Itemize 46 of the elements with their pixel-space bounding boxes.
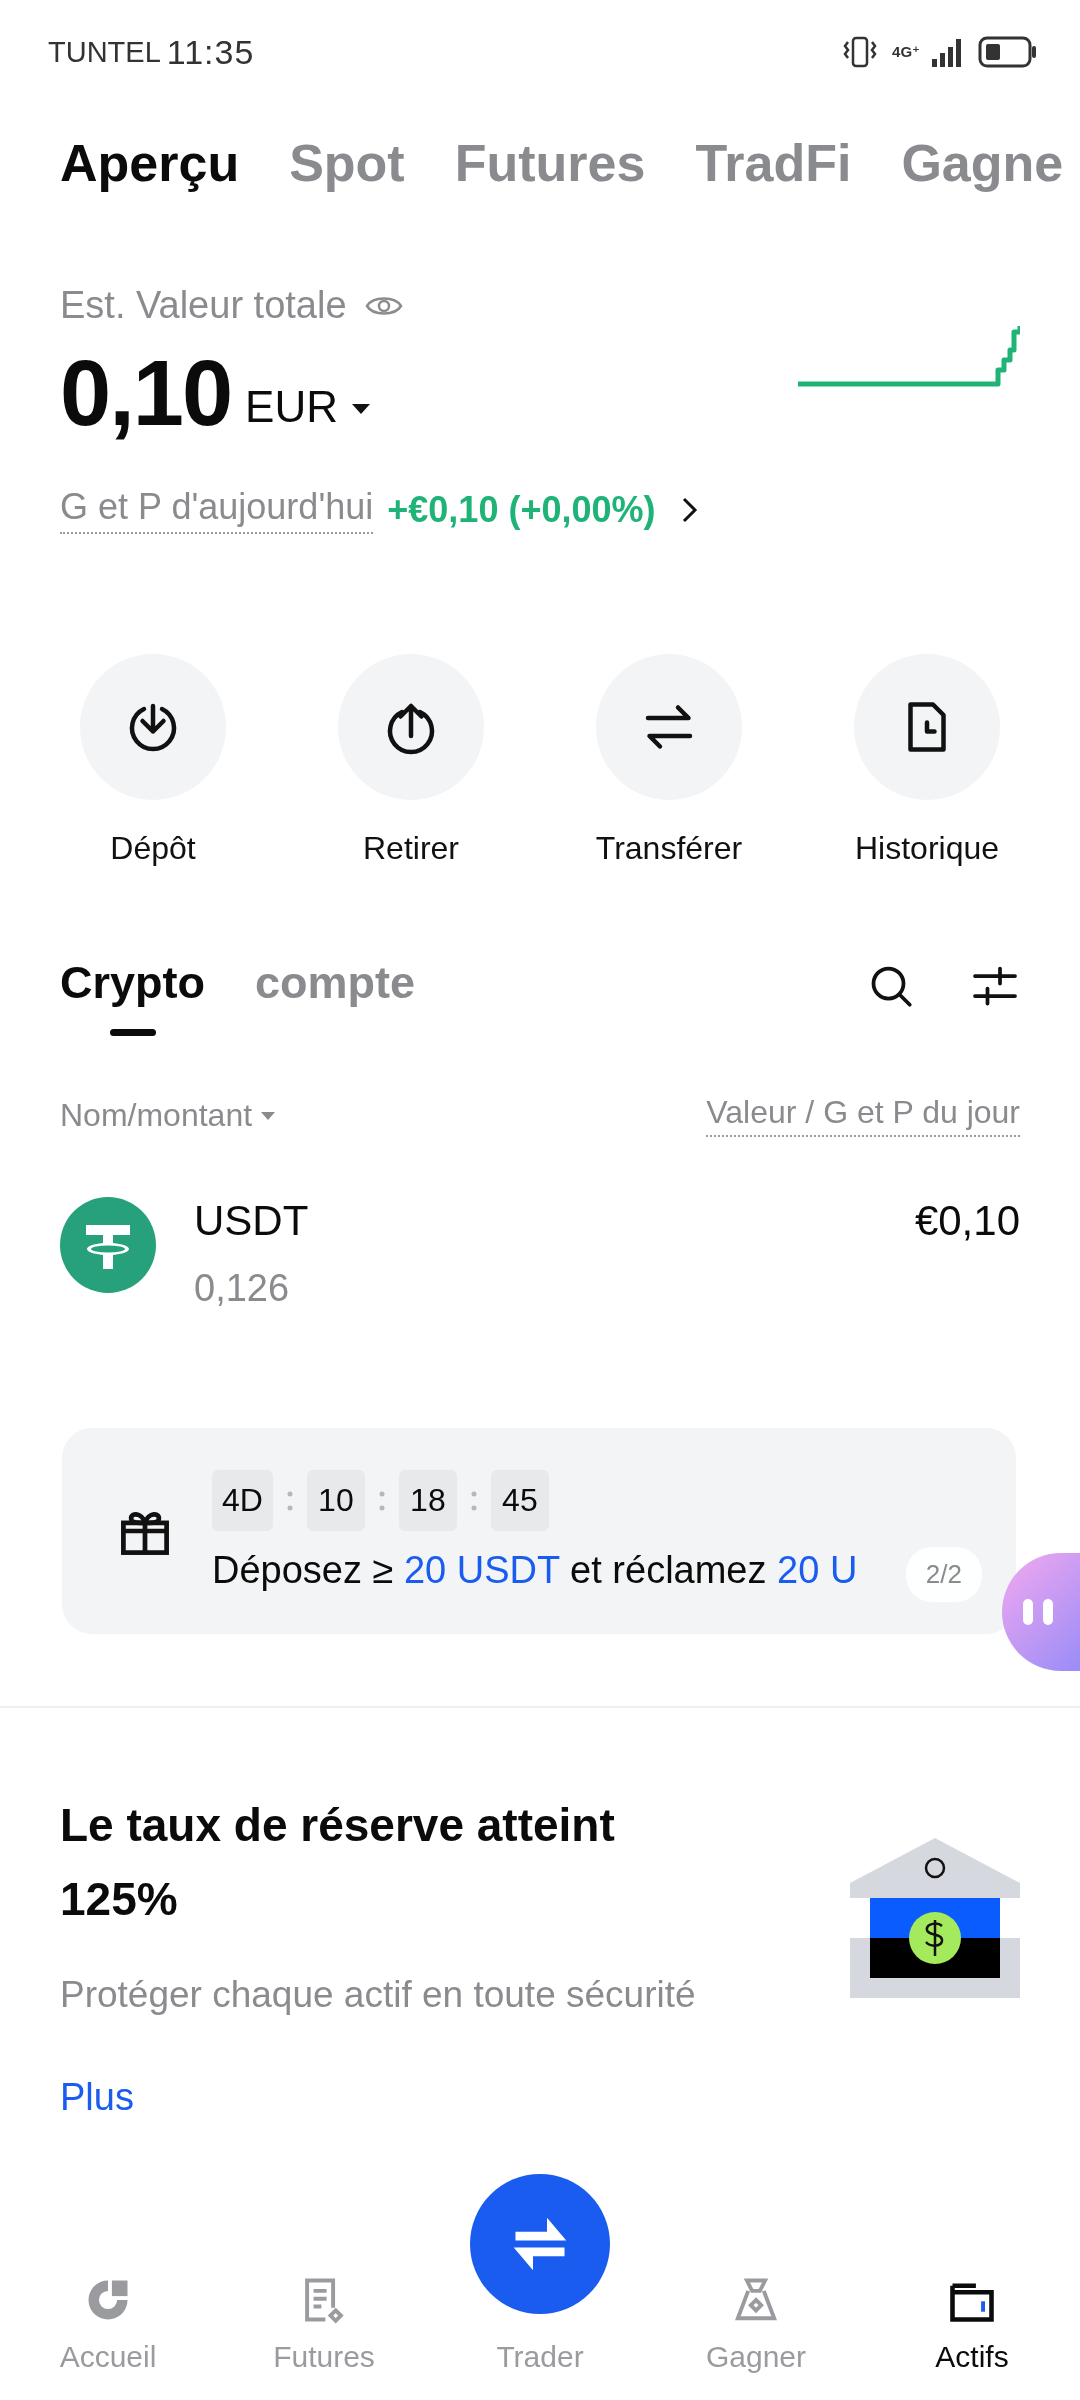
nav-tab[interactable]: Trader	[432, 2174, 648, 2374]
promo-message: Déposez ≥ 20 USDT et réclamez 20 U	[212, 1549, 858, 1592]
page-indicator: 2/2	[905, 1547, 982, 1602]
pnl-label[interactable]: G et P d'aujourd'hui	[60, 486, 374, 534]
nav-tab[interactable]: Actifs	[864, 2274, 1080, 2374]
action-button[interactable]: Transférer	[540, 654, 798, 867]
top-tab[interactable]: Spot	[289, 122, 405, 204]
currency-selector[interactable]: EUR	[245, 381, 338, 432]
asset-value: €0,10	[914, 1197, 1020, 1245]
chatbot-icon[interactable]	[1002, 1553, 1080, 1671]
asset-tab[interactable]: Crypto	[60, 957, 205, 1058]
asset-tab[interactable]: compte	[255, 957, 416, 1031]
sort-name-amount[interactable]: Nom/montant	[60, 1097, 277, 1134]
network-type: 4G⁺	[892, 43, 920, 61]
top-tab[interactable]: TradFi	[695, 122, 852, 204]
colon-icon	[378, 1489, 385, 1512]
value-column-header[interactable]: Valeur / G et P du jour	[706, 1094, 1020, 1137]
clock: 11:35	[166, 32, 255, 72]
caret-icon[interactable]	[349, 401, 372, 416]
reserve-subtitle: Protéger chaque actif en toute sécurité	[60, 1974, 697, 2016]
nav-tab[interactable]: Accueil	[0, 2274, 216, 2374]
top-tab[interactable]: Futures	[454, 122, 646, 204]
nav-tab[interactable]: Futures	[216, 2274, 432, 2374]
balance-label: Est. Valeur totale	[60, 284, 347, 327]
top-tab[interactable]: Gagne	[901, 122, 1064, 204]
carrier-name: TUNTEL	[48, 35, 161, 69]
countdown-digit: 10	[306, 1470, 365, 1531]
battery-icon	[978, 36, 1038, 68]
action-button[interactable]: Dépôt	[24, 654, 282, 867]
more-link[interactable]: Plus	[60, 2076, 850, 2119]
coin-icon	[60, 1197, 156, 1293]
action-button[interactable]: Retirer	[282, 654, 540, 867]
action-button[interactable]: Historique	[798, 654, 1056, 867]
colon-icon	[286, 1489, 293, 1512]
countdown-digit: 4D	[212, 1470, 273, 1531]
asset-amount: 0,126	[194, 1267, 291, 1310]
asset-symbol: USDT	[194, 1197, 309, 1245]
top-tab[interactable]: Aperçu	[60, 122, 240, 204]
reserve-title: Le taux de réserve atteint 125%	[60, 1798, 616, 1927]
colon-icon	[470, 1489, 477, 1512]
countdown-digit: 18	[398, 1470, 457, 1531]
countdown-digit: 45	[490, 1470, 549, 1531]
promo-card[interactable]: 4D 10 18 45 Déposez ≥ 20 USDT et réclamez 20 U 2/2	[62, 1428, 1016, 1634]
pnl-value: +€0,10 (+0,00%)	[387, 489, 656, 531]
balance-amount: 0,10	[60, 341, 232, 446]
nav-tab[interactable]: Gagner	[648, 2274, 864, 2374]
